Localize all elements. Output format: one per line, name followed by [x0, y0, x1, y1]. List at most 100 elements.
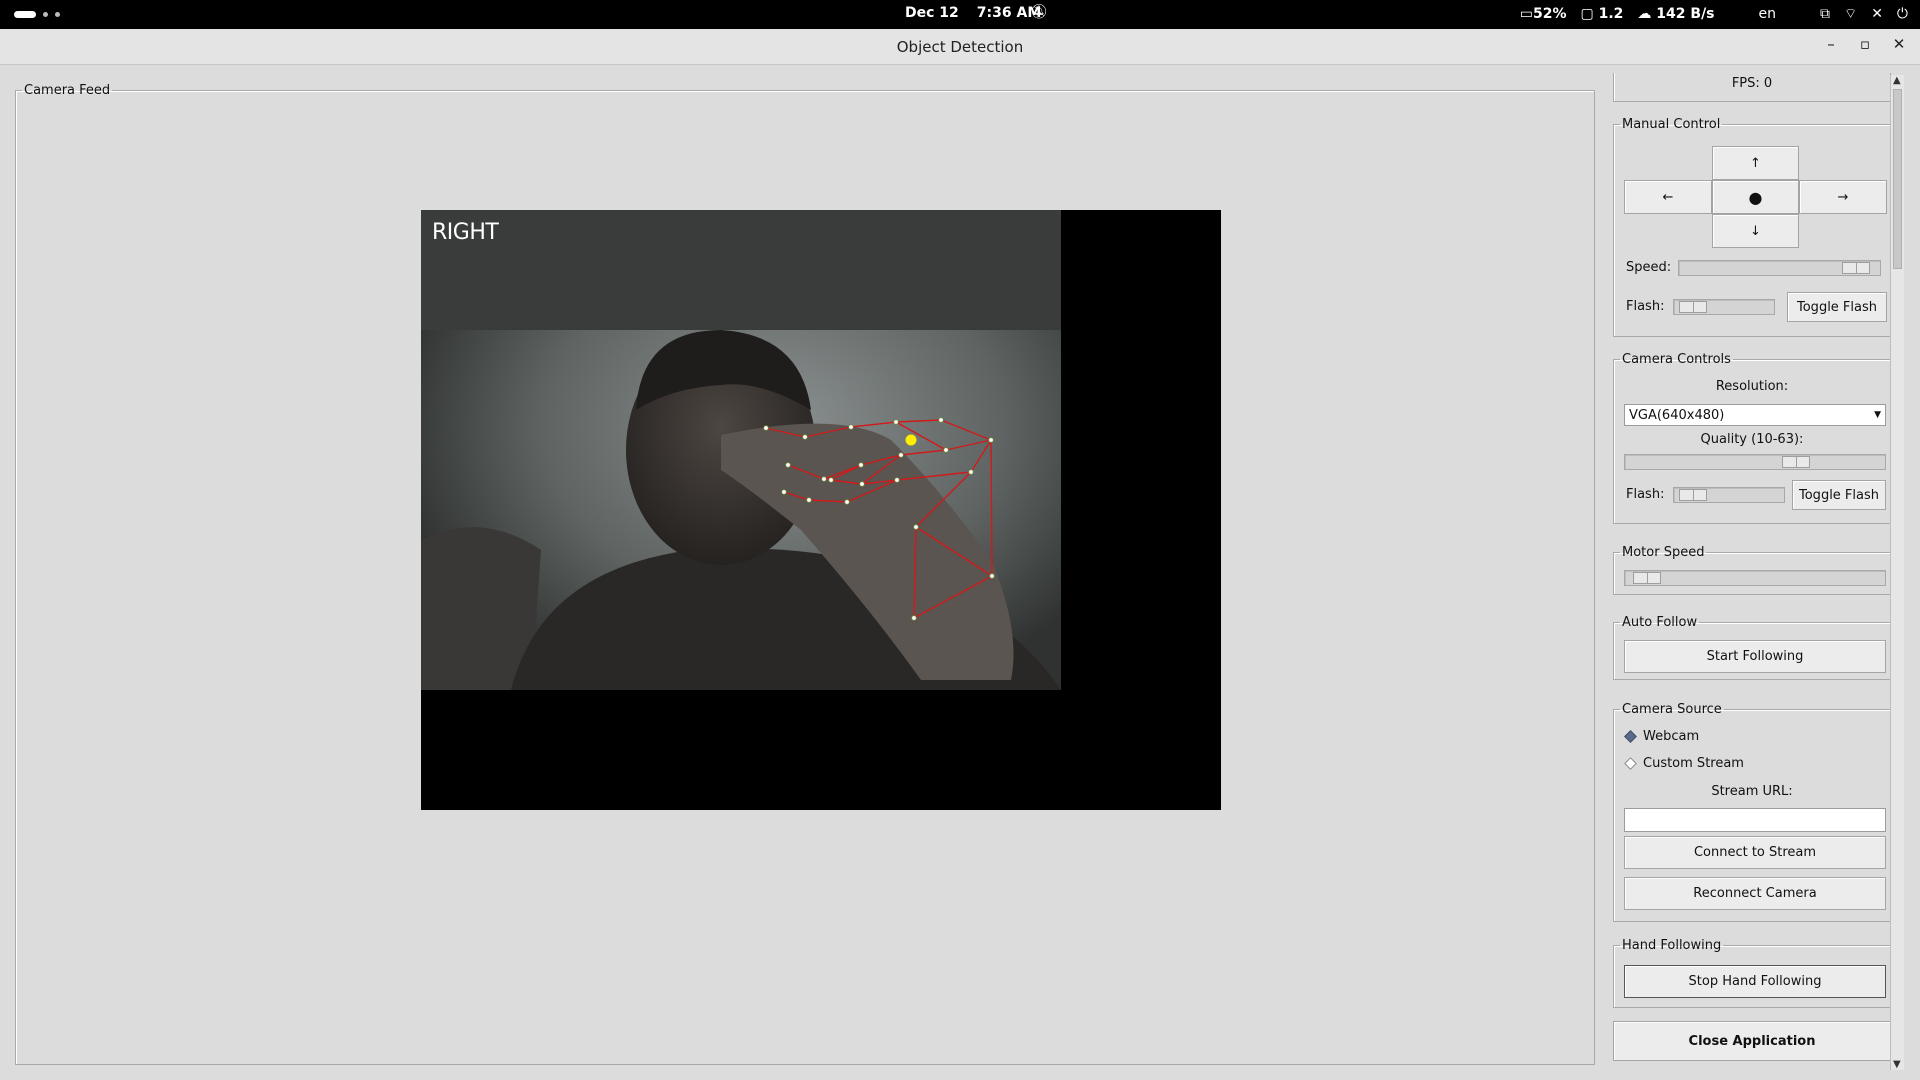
quality-slider[interactable]	[1624, 454, 1886, 470]
stream-url-input[interactable]	[1624, 808, 1886, 832]
flash-label-2: Flash:	[1626, 487, 1665, 502]
close-application-button[interactable]: Close Application	[1613, 1021, 1891, 1061]
connect-to-stream-button[interactable]: Connect to Stream	[1624, 836, 1886, 869]
toggle-flash-button[interactable]: Toggle Flash	[1787, 292, 1887, 322]
motor-speed-slider-handle[interactable]	[1632, 572, 1661, 584]
screenshot-icon[interactable]: ⧉	[1820, 6, 1830, 22]
wifi-icon[interactable]: ⌔	[1844, 5, 1857, 23]
workspace-indicator[interactable]	[14, 11, 60, 18]
scroll-up-icon[interactable]: ▲	[1893, 75, 1901, 86]
camera-controls-group: Camera Controls Resolution: VGA(640x480)…	[1613, 352, 1891, 524]
hand-following-legend: Hand Following	[1622, 938, 1722, 953]
hand-following-group: Hand Following Stop Hand Following	[1613, 938, 1891, 1008]
landmark-point	[781, 489, 787, 495]
landmark-point	[806, 497, 812, 503]
auto-follow-legend: Auto Follow	[1622, 615, 1698, 630]
landmark-point	[988, 437, 994, 443]
notifications-muted-icon[interactable]: 🔕︎	[1030, 4, 1048, 20]
landmark-point	[943, 447, 949, 453]
speed-slider[interactable]	[1678, 260, 1881, 276]
landmark-point	[858, 462, 864, 468]
speed-slider-handle[interactable]	[1842, 262, 1871, 274]
status-area[interactable]: ▭52% ▢ 1.2 ☁ 142 B/s en ⧉ ⌔ ✕ ⏻	[1520, 5, 1908, 23]
control-panel: FPS: 0 Manual Control ↑ ← ● → ↓ Speed: F…	[1610, 73, 1893, 1073]
flash-slider-2[interactable]	[1673, 487, 1785, 503]
radio-webcam[interactable]: Webcam	[1624, 729, 1700, 744]
hand-side-label: RIGHT	[432, 220, 499, 245]
landmark-point	[989, 573, 995, 579]
reconnect-camera-button[interactable]: Reconnect Camera	[1624, 877, 1886, 910]
radio-selected-icon	[1624, 730, 1637, 743]
resolution-value: VGA(640x480)	[1629, 408, 1725, 423]
maximize-button[interactable]: ▫	[1858, 35, 1872, 53]
camera-controls-legend: Camera Controls	[1622, 352, 1731, 367]
motor-speed-slider[interactable]	[1624, 570, 1886, 586]
landmark-point	[894, 477, 900, 483]
chevron-down-icon: ▼	[1874, 410, 1881, 420]
quality-label: Quality (10-63):	[1700, 432, 1804, 447]
landmark-point	[828, 477, 834, 483]
flash-slider-handle[interactable]	[1678, 301, 1707, 313]
flash-slider[interactable]	[1673, 299, 1775, 315]
battery-icon: ▭	[1519, 6, 1533, 22]
system-top-bar: Dec 12 7:36 AM 🔕︎ ▭52% ▢ 1.2 ☁ 142 B/s e…	[0, 0, 1920, 29]
toggle-flash-button-2[interactable]: Toggle Flash	[1792, 480, 1886, 510]
power-icon[interactable]: ⏻	[1897, 6, 1908, 22]
workspace-dot	[55, 12, 60, 17]
landmark-point	[938, 417, 944, 423]
window-title: Object Detection	[896, 38, 1024, 56]
camera-image	[421, 210, 1221, 810]
landmark-point	[968, 469, 974, 475]
clock[interactable]: Dec 12 7:36 AM	[905, 5, 1041, 21]
move-left-button[interactable]: ←	[1624, 180, 1712, 214]
stop-hand-following-button[interactable]: Stop Hand Following	[1624, 965, 1886, 998]
move-down-button[interactable]: ↓	[1712, 214, 1799, 248]
cloud-network-icon: ☁	[1637, 6, 1652, 22]
landmark-point	[763, 425, 769, 431]
landmark-point	[898, 452, 904, 458]
panel-scrollbar[interactable]: ▲ ▼	[1890, 75, 1904, 1070]
manual-control-legend: Manual Control	[1622, 117, 1721, 132]
camera-source-legend: Camera Source	[1622, 702, 1722, 717]
volume-muted-icon[interactable]: ✕	[1871, 6, 1883, 22]
flash-label: Flash:	[1626, 299, 1665, 314]
workspace-dot	[43, 12, 48, 17]
landmark-point	[802, 434, 808, 440]
camera-video-frame: RIGHT	[421, 210, 1221, 810]
landmark-point	[785, 462, 791, 468]
radio-custom-stream-label: Custom Stream	[1643, 756, 1744, 771]
network-rate: 142 B/s	[1656, 6, 1715, 22]
landmark-point	[848, 424, 854, 430]
battery-percent: 52%	[1532, 6, 1567, 22]
clock-date: Dec 12	[905, 5, 959, 21]
start-following-button[interactable]: Start Following	[1624, 640, 1886, 673]
scrollbar-thumb[interactable]	[1893, 89, 1902, 269]
move-right-button[interactable]: →	[1799, 180, 1887, 214]
auto-follow-group: Auto Follow Start Following	[1613, 615, 1891, 680]
close-window-button[interactable]: ✕	[1892, 35, 1906, 53]
radio-webcam-label: Webcam	[1643, 729, 1700, 744]
landmark-point	[859, 481, 865, 487]
move-up-button[interactable]: ↑	[1712, 146, 1799, 180]
active-workspace-dot	[14, 11, 36, 18]
display-value: 1.2	[1598, 6, 1624, 22]
minimize-button[interactable]: –	[1824, 35, 1838, 53]
scroll-down-icon[interactable]: ▼	[1893, 1059, 1901, 1070]
keyboard-language[interactable]: en	[1759, 6, 1777, 22]
radio-unselected-icon	[1624, 757, 1637, 770]
landmark-connection	[990, 439, 993, 577]
tracked-fingertip-point	[905, 434, 917, 446]
resolution-label: Resolution:	[1715, 379, 1789, 394]
flash-slider-2-handle[interactable]	[1679, 489, 1707, 501]
radio-custom-stream[interactable]: Custom Stream	[1624, 756, 1744, 771]
stream-url-label: Stream URL:	[1711, 784, 1793, 799]
quality-slider-handle[interactable]	[1782, 456, 1811, 468]
landmark-point	[821, 476, 827, 482]
landmark-point	[844, 499, 850, 505]
camera-feed-legend: Camera Feed	[24, 83, 111, 98]
landmark-point	[911, 615, 917, 621]
fps-label: FPS: 0	[1731, 76, 1773, 91]
stop-button[interactable]: ●	[1712, 180, 1799, 214]
resolution-select[interactable]: VGA(640x480) ▼	[1624, 404, 1886, 426]
window-title-bar[interactable]: Object Detection – ▫ ✕	[0, 29, 1920, 65]
